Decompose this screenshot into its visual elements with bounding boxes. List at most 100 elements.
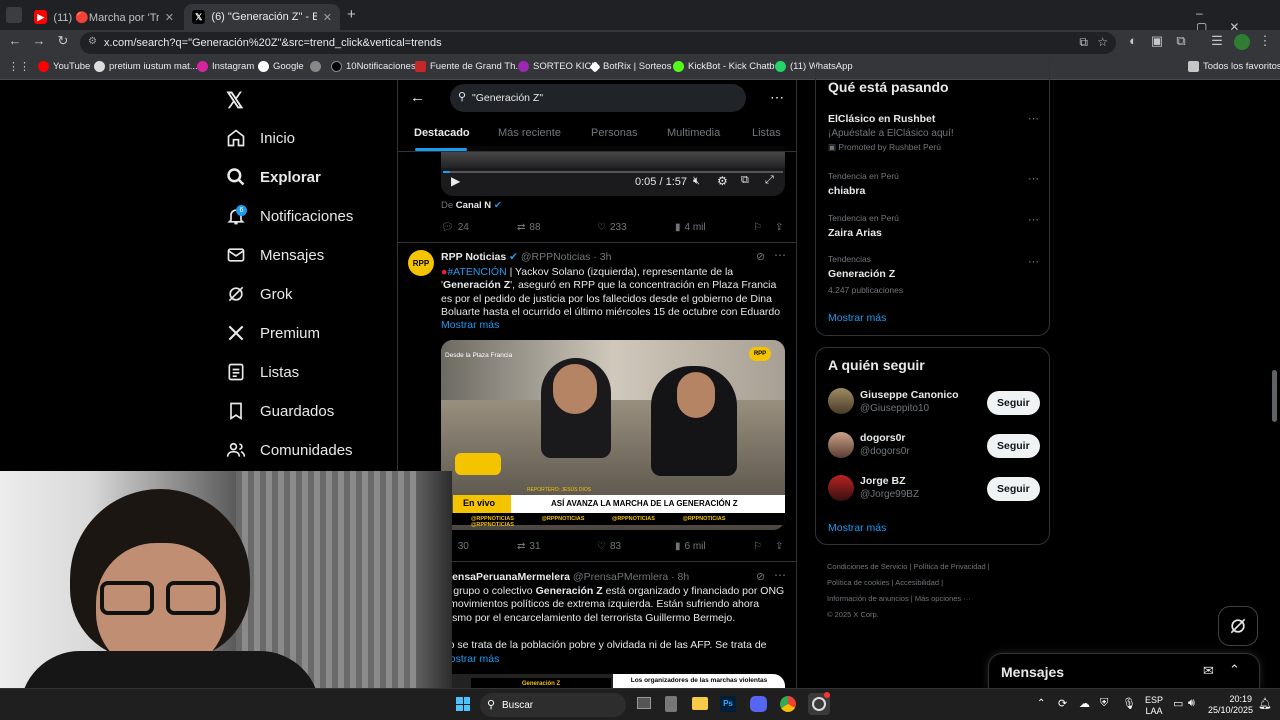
forward-icon[interactable]: → [30,33,48,48]
follow-button[interactable]: Seguir [987,434,1040,458]
all-bookmarks[interactable]: Todos los favoritos [1188,61,1280,72]
bookmark-youtube[interactable]: YouTube [38,61,90,72]
pip-icon[interactable]: ⧉ [741,174,749,187]
more-options-icon[interactable]: ⋯ [1028,213,1039,226]
nav-mensajes[interactable]: Mensajes [226,242,324,268]
grok-icon[interactable]: ⊘ [756,250,765,263]
play-icon[interactable]: ▶ [451,174,460,188]
new-tab-icon[interactable]: + [347,6,356,23]
reload-icon[interactable]: ↻ [54,33,72,49]
bookmark-button[interactable]: ⚐ [753,222,762,233]
grok-float-button[interactable] [1218,606,1258,646]
like-button[interactable]: ♡ 233 [597,222,627,233]
footer-link[interactable]: Condiciones de Servicio [827,562,907,571]
follow-show-more[interactable]: Mostrar más [828,522,886,534]
nav-grok[interactable]: Grok [226,281,293,307]
trend-item[interactable]: Tendencia en Perú Zaira Arias [828,213,899,239]
tab-destacado[interactable]: Destacado [414,127,470,139]
media-control-icon[interactable]: ☰ [1208,33,1226,49]
close-tab-icon[interactable]: ✕ [323,11,332,24]
more-options-icon[interactable]: ⋯ [1028,255,1039,268]
chrome-icon[interactable] [780,696,796,712]
follow-button[interactable]: Seguir [987,477,1040,501]
nav-comunidades[interactable]: Comunidades [226,437,353,463]
extensions-puzzle-icon[interactable]: ⧉ [1172,33,1190,49]
tab-personas[interactable]: Personas [591,127,637,139]
install-icon[interactable]: ⧉ [1079,35,1088,50]
nav-inicio[interactable]: Inicio [226,125,295,151]
nav-listas[interactable]: Listas [226,359,299,385]
avatar[interactable]: RPP [408,250,434,276]
views-button[interactable]: ▮ 6 mil [675,541,706,552]
footer-link[interactable]: Información de anuncios [827,594,909,603]
network-icon[interactable]: ▭ [1173,697,1183,710]
bookmark-button[interactable]: ⚐ [753,541,762,552]
more-options-icon[interactable]: ⋯ [774,248,786,262]
footer-link[interactable]: Política de cookies [827,578,890,587]
tab-multimedia[interactable]: Multimedia [667,127,720,139]
tab-x-search[interactable]: 𝕏 (6) "Generación Z" - Buscar / X ✕ [184,4,340,30]
nav-guardados[interactable]: Guardados [226,398,334,424]
like-button[interactable]: ♡ 83 [597,541,621,552]
video-progress-bar[interactable] [443,171,783,173]
clock[interactable]: 20:19 25/10/2025 [1208,694,1253,716]
volume-icon[interactable]: 🔊︎ [1188,697,1195,710]
repost-button[interactable]: ⇄ 88 [517,222,541,233]
follow-user[interactable]: dogors0r @dogors0r [860,432,910,457]
notifications-icon[interactable]: 🔔︎ [1258,697,1272,710]
expand-icon[interactable]: ⌃ [1229,662,1240,678]
follow-user[interactable]: Giuseppe Canonico @Giuseppito10 [860,389,959,414]
extension-icon[interactable]: ◐ [1124,33,1142,48]
grok-icon[interactable]: ⊘ [756,570,765,583]
x-logo[interactable]: 𝕏 [226,88,246,113]
tab-mas-reciente[interactable]: Más reciente [498,127,561,139]
bookmark-globe[interactable] [310,61,321,72]
views-button[interactable]: ▮ 4 mil [675,222,706,233]
back-icon[interactable]: ← [6,33,24,48]
bookmark-star-icon[interactable]: ☆ [1097,35,1108,49]
photoshop-icon[interactable]: Ps [720,696,736,712]
footer-link[interactable]: Política de Privacidad [914,562,986,571]
fullscreen-icon[interactable]: ⤢ [765,174,774,187]
show-more-link[interactable]: Mostrar más [441,319,499,331]
tray-expand-icon[interactable]: ⌃ [1037,698,1045,709]
tab-listas[interactable]: Listas [752,127,781,139]
nav-premium[interactable]: Premium [226,320,320,346]
bookmark-instagram[interactable]: Instagram [197,61,254,72]
microphone-icon[interactable]: 🎙︎ [1122,697,1136,710]
tweet-image[interactable]: Desde la Plaza Francia RPP REPORTERO: JE… [441,340,785,530]
tab-youtube[interactable]: ▶ (11) 🔴Marcha por 'Trvko' en vi ✕ [26,4,182,30]
settings-icon[interactable]: ⚙ [717,174,728,188]
nav-explorar[interactable]: Explorar [226,164,321,190]
trend-item[interactable]: ElClásico en Rushbet ¡Apuéstale a ElClás… [828,113,1038,153]
taskbar-search[interactable]: ⚲ Buscar [480,693,626,717]
follow-button[interactable]: Seguir [987,391,1040,415]
messages-drawer[interactable]: Mensajes ✉ ⌃ [988,653,1260,688]
profile-avatar[interactable] [1234,34,1250,50]
avatar[interactable] [828,475,854,501]
bookmark-google[interactable]: Google [258,61,304,72]
back-arrow-icon[interactable]: ← [410,89,425,106]
site-info-icon[interactable]: ⚙ [88,36,97,47]
avatar[interactable] [828,432,854,458]
avatar[interactable] [828,388,854,414]
source-link[interactable]: Canal N [456,200,491,211]
page-scrollbar[interactable] [1272,370,1277,422]
reply-button[interactable]: 💬︎ 24 [441,222,469,233]
footer-link[interactable]: Accesibilidad [895,578,939,587]
onedrive-icon[interactable]: ☁ [1079,697,1090,710]
tray-app-icon[interactable]: ⟳ [1058,697,1067,710]
menu-icon[interactable]: ⋮ [1256,33,1274,49]
mute-icon[interactable]: 🔇︎ [693,175,700,188]
more-options-icon[interactable]: ⋯ [770,89,784,106]
author-name[interactable]: PrensaPeruanaMermelera [441,571,570,583]
file-explorer-icon[interactable] [692,697,708,710]
app-icon[interactable] [665,696,677,712]
new-message-icon[interactable]: ✉ [1203,663,1214,679]
author-name[interactable]: RPP Noticias [441,251,506,263]
search-input[interactable]: ⚲ "Generación Z" [450,84,746,112]
bookmark-botrix[interactable]: BotRix | Sorteos [589,60,671,73]
apps-grid-icon[interactable]: ⋮⋮ [8,60,30,73]
defender-icon[interactable]: ⛨ [1100,697,1108,710]
share-button[interactable]: ⇪ [775,222,783,233]
